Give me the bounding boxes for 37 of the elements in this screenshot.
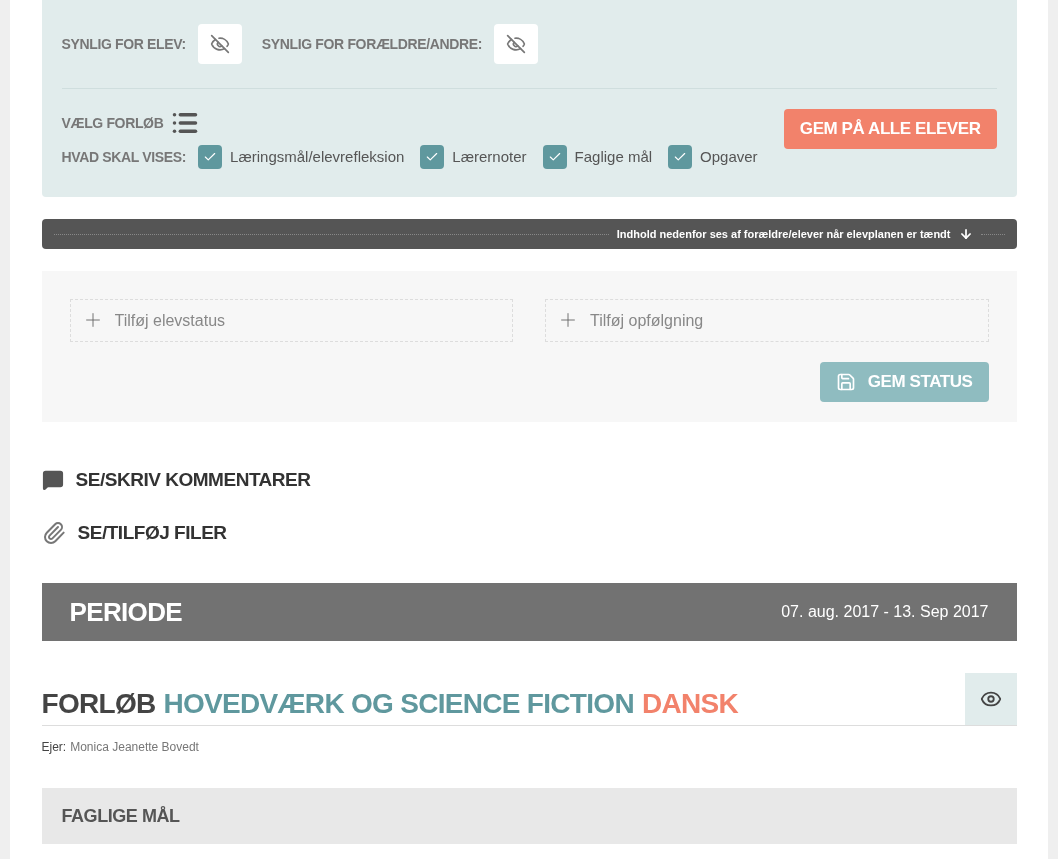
checkbox-label: Lærernoter <box>452 146 527 167</box>
visibility-label: SYNLIG FOR ELEV: <box>61 34 186 54</box>
visibility-toggle[interactable] <box>197 24 242 64</box>
period-title: PERIODE <box>69 595 182 629</box>
section-title: FAGLIGE MÅL <box>61 804 180 828</box>
comment-icon <box>41 469 64 492</box>
checkbox[interactable] <box>198 145 223 169</box>
owner-label: Ejer: <box>41 739 67 756</box>
checkbox[interactable] <box>420 145 445 169</box>
checkbox[interactable] <box>668 145 693 169</box>
check-icon <box>203 150 218 164</box>
visibility-toggle[interactable] <box>494 24 539 64</box>
checkbox-label: Opgaver <box>700 146 758 167</box>
eye-off-icon <box>506 34 527 54</box>
link[interactable]: SE/SKRIV KOMMENTARER <box>41 466 1017 495</box>
period-dates: 07. aug. 2017 - 13. Sep 2017 <box>781 602 989 622</box>
link[interactable]: SE/TILFØJ FILER <box>41 518 1017 547</box>
checkbox-label: Faglige mål <box>574 146 653 167</box>
save-icon <box>835 372 856 392</box>
visibility-label: SYNLIG FOR FORÆLDRE/ANDRE: <box>261 34 483 54</box>
choose-course-label: VÆLG FORLØB <box>61 113 164 133</box>
course-prefix: FORLØB <box>41 687 156 721</box>
paperclip-icon <box>41 520 66 545</box>
check-icon <box>547 150 562 164</box>
status-field[interactable]: Tilføj elevstatus <box>69 299 513 342</box>
status-field[interactable]: Tilføj opfølgning <box>545 299 989 342</box>
checkbox-label: Læringsmål/elevrefleksion <box>230 146 405 167</box>
owner-name: Monica Jeanette Bovedt <box>70 739 199 756</box>
check-icon <box>425 150 440 164</box>
course-subject: DANSK <box>641 687 739 721</box>
notice-text: Indhold nedenfor ses af forældre/elever når elevplanen er tændt <box>616 226 951 242</box>
checkbox[interactable] <box>542 145 567 169</box>
show-options-label: HVAD SKAL VISES: <box>61 147 187 167</box>
eye-off-icon <box>209 34 230 54</box>
course-name: HOVEDVÆRK OG SCIENCE FICTION <box>163 687 634 721</box>
visibility-toggle[interactable] <box>964 673 1017 725</box>
check-icon <box>673 150 688 164</box>
